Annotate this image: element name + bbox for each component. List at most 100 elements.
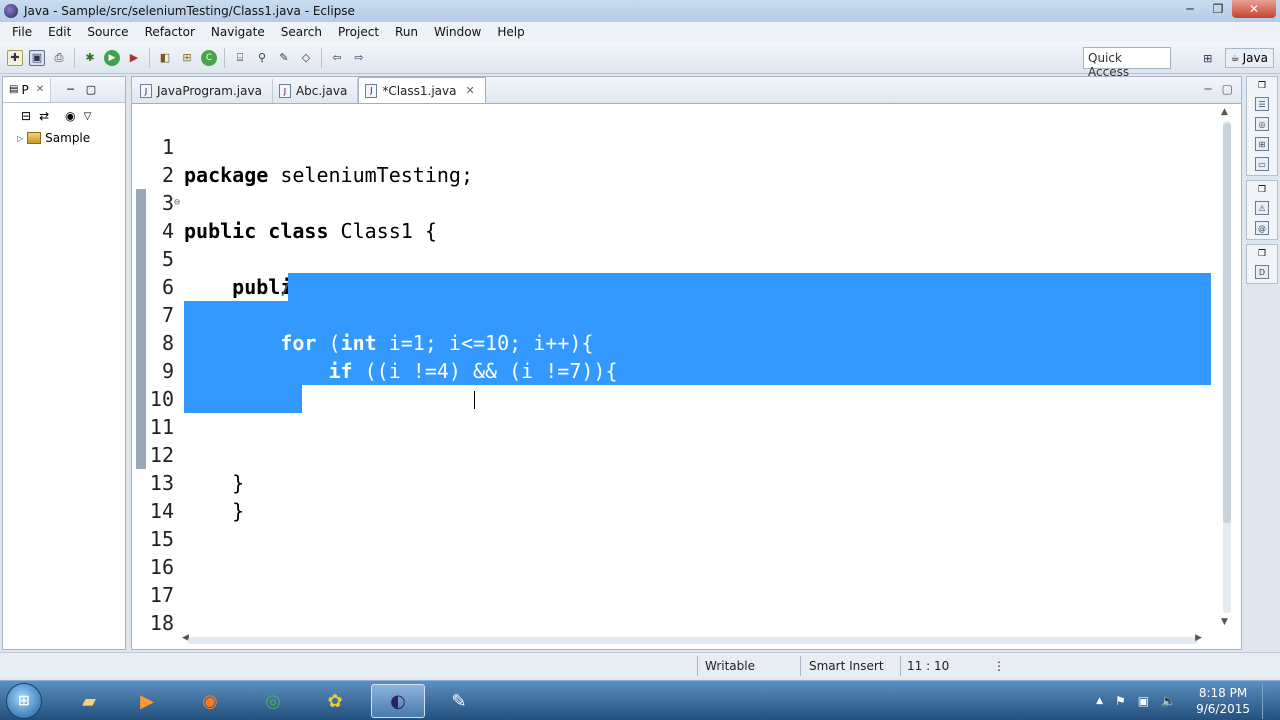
- eclipse-logo-icon: [4, 4, 18, 18]
- view-menu-icon[interactable]: ▽: [84, 111, 92, 122]
- clock-time: 8:18 PM: [1198, 686, 1248, 700]
- vertical-scrollbar[interactable]: ▲ ▼: [1213, 105, 1241, 633]
- java-perspective-button[interactable]: ☕ Java: [1224, 48, 1274, 68]
- network-icon[interactable]: ▣: [1138, 694, 1149, 708]
- menu-window[interactable]: Window: [426, 25, 489, 39]
- open-perspective-icon[interactable]: ⊞: [1200, 50, 1216, 66]
- outline-icon[interactable]: ◎: [1255, 117, 1269, 131]
- fold-toggle-icon[interactable]: ⊖: [174, 189, 180, 217]
- menu-run[interactable]: Run: [387, 25, 426, 39]
- maximize-view-icon[interactable]: ▢: [86, 83, 96, 96]
- menu-refactor[interactable]: Refactor: [137, 25, 203, 39]
- taskbar-chrome[interactable]: ◎: [246, 684, 300, 718]
- close-icon[interactable]: ✕: [36, 84, 44, 95]
- taskbar-app[interactable]: ✿: [308, 684, 362, 718]
- maximize-button[interactable]: ❐: [1204, 0, 1232, 18]
- volume-icon[interactable]: 🔈: [1161, 694, 1176, 708]
- quick-access-input[interactable]: Quick Access: [1083, 47, 1171, 79]
- new-class-icon[interactable]: C: [201, 49, 217, 66]
- tab-javaprogram[interactable]: J JavaProgram.java: [134, 79, 273, 103]
- code-area[interactable]: 1 package seleniumTesting; 2 3 public cl…: [132, 105, 1212, 633]
- restore-icon[interactable]: ❐: [1258, 249, 1266, 259]
- new-package-icon[interactable]: ⊞: [179, 50, 195, 66]
- status-menu-icon[interactable]: ⋮: [993, 659, 1005, 673]
- tray-expand-icon[interactable]: ▲: [1096, 696, 1103, 706]
- menu-source[interactable]: Source: [79, 25, 136, 39]
- minimize-editor-icon[interactable]: ─: [1204, 82, 1211, 96]
- collapse-all-icon[interactable]: ⊟: [21, 109, 31, 123]
- save-icon[interactable]: ▣: [29, 49, 45, 66]
- code-line: 14: [132, 469, 1212, 523]
- horizontal-scrollbar[interactable]: ◀ ▶: [182, 633, 1202, 647]
- tree-item-sample[interactable]: ▷ Sample: [3, 129, 125, 147]
- menu-navigate[interactable]: Navigate: [203, 25, 273, 39]
- flower-app-icon: ✿: [327, 690, 343, 712]
- clock[interactable]: 8:18 PM 9/6/2015: [1196, 685, 1250, 717]
- expand-arrow-icon[interactable]: ▷: [17, 134, 23, 143]
- print-icon[interactable]: ⎙: [51, 50, 67, 66]
- code-line: 6: [132, 245, 1212, 299]
- minimize-view-icon[interactable]: ─: [67, 83, 74, 96]
- close-button[interactable]: ✕: [1232, 0, 1276, 18]
- text-cursor-icon: [474, 391, 482, 409]
- taskbar-media-player[interactable]: ▶: [120, 684, 174, 718]
- show-desktop-button[interactable]: [1262, 683, 1274, 719]
- menu-edit[interactable]: Edit: [40, 25, 79, 39]
- java-perspective-label: Java: [1242, 51, 1268, 65]
- search-icon[interactable]: ⚲: [254, 50, 270, 66]
- taskbar-explorer[interactable]: ▰: [62, 684, 116, 718]
- status-divider: [800, 656, 801, 676]
- menu-help[interactable]: Help: [489, 25, 532, 39]
- menu-project[interactable]: Project: [330, 25, 387, 39]
- hierarchy-icon[interactable]: ⊞: [1255, 137, 1269, 151]
- scroll-right-icon[interactable]: ▶: [1195, 633, 1202, 643]
- minimize-button[interactable]: ─: [1176, 0, 1204, 18]
- toolbar-separator: [321, 47, 322, 68]
- new-java-project-icon[interactable]: ◧: [157, 50, 173, 66]
- taskbar-firefox[interactable]: ◉: [183, 684, 237, 718]
- close-icon[interactable]: ✕: [466, 84, 475, 97]
- java-file-icon: J: [365, 83, 378, 98]
- link-with-editor-icon[interactable]: ⇄: [39, 109, 49, 123]
- code-line: 18: [132, 581, 1212, 633]
- tree-item-label: Sample: [45, 131, 91, 145]
- forward-icon[interactable]: ⇨: [351, 50, 367, 66]
- code-line: 4 ⊖ public static void main(String[] arg…: [132, 189, 1212, 299]
- open-type-icon[interactable]: ⌸: [232, 50, 248, 66]
- menu-search[interactable]: Search: [273, 25, 330, 39]
- declaration-icon[interactable]: D: [1255, 265, 1269, 279]
- menu-file[interactable]: File: [4, 25, 40, 39]
- tab-package-explorer[interactable]: ▤ P ✕: [3, 77, 52, 102]
- back-icon[interactable]: ⇦: [329, 50, 345, 66]
- problems-icon[interactable]: ⚠: [1255, 201, 1269, 215]
- editor-tabbar: J JavaProgram.java J Abc.java J *Class1.…: [132, 77, 1241, 104]
- new-icon[interactable]: ✚: [7, 49, 23, 66]
- tab-label: Abc.java: [295, 84, 348, 98]
- scroll-up-icon[interactable]: ▲: [1221, 107, 1228, 117]
- restore-icon[interactable]: ❐: [1258, 185, 1266, 195]
- focus-icon[interactable]: ◉: [65, 109, 75, 123]
- tab-abc[interactable]: J Abc.java: [273, 79, 359, 103]
- maximize-editor-icon[interactable]: ▢: [1222, 82, 1233, 96]
- annotation-icon[interactable]: ◇: [298, 50, 314, 66]
- scroll-thumb[interactable]: [1223, 123, 1231, 523]
- start-button[interactable]: ⊞: [6, 683, 42, 719]
- run-icon[interactable]: ▶: [104, 49, 120, 66]
- taskbar-eclipse[interactable]: ◐: [371, 684, 425, 718]
- javadoc-icon[interactable]: @: [1255, 221, 1269, 235]
- pencil-icon[interactable]: ✎: [276, 50, 292, 66]
- package-explorer-tabbar: ▤ P ✕ ─ ▢: [3, 77, 125, 103]
- view-group: ❐ ☰ ◎ ⊞ ▭: [1246, 76, 1278, 176]
- action-center-icon[interactable]: ⚑: [1115, 694, 1126, 708]
- restore-icon[interactable]: ❐: [1258, 81, 1266, 91]
- tab-label: *Class1.java: [382, 83, 457, 98]
- debug-icon[interactable]: ✱: [82, 50, 98, 66]
- tab-class1[interactable]: J *Class1.java ✕: [358, 77, 486, 103]
- external-tools-icon[interactable]: ▶: [126, 50, 142, 66]
- scroll-thumb[interactable]: [188, 637, 1198, 644]
- taskbar-tool[interactable]: ✎: [432, 684, 486, 718]
- code-line: 12 }: [132, 413, 1212, 495]
- console-icon[interactable]: ▭: [1255, 157, 1269, 171]
- task-list-icon[interactable]: ☰: [1255, 97, 1269, 111]
- scroll-down-icon[interactable]: ▼: [1221, 617, 1228, 627]
